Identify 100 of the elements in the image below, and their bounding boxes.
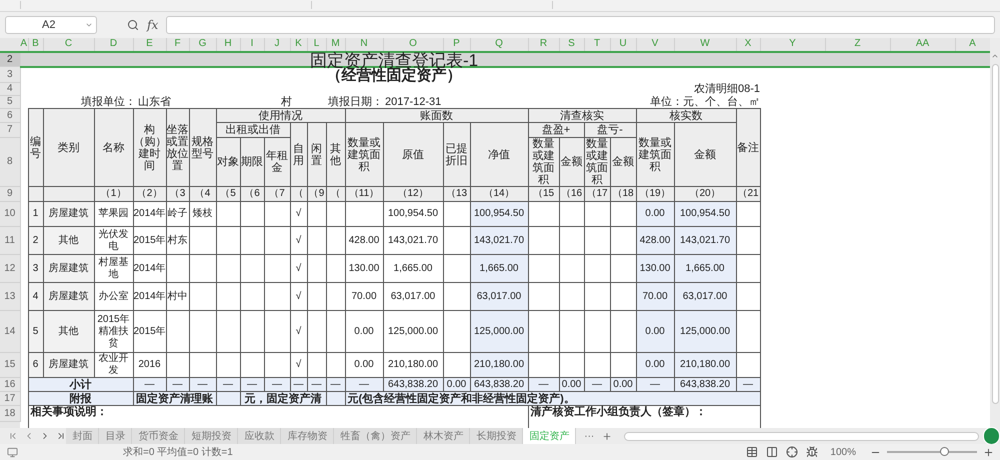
normal-view-icon[interactable] <box>746 446 758 458</box>
row-number[interactable]: 18 <box>0 406 20 422</box>
table-cell: 5 <box>28 310 43 353</box>
appendix-text: 固定资产清理账 <box>136 392 213 405</box>
table-cell: 130.00 <box>636 254 674 283</box>
column-header: 核实数 <box>636 108 736 123</box>
signature-label: 清产核资工作小组负责人（签章）： <box>530 406 706 418</box>
column-header: 名称 <box>94 108 133 187</box>
table-cell: √ <box>290 254 307 283</box>
sheet-tab[interactable]: 封面 <box>66 428 100 444</box>
sheet-tab[interactable]: 牲畜（禽）资产 <box>334 428 418 444</box>
table-cell: 房屋建筑 <box>43 282 94 311</box>
row-number[interactable]: 17 <box>0 392 20 406</box>
subtotal-cell: 643,838.20 <box>674 378 736 392</box>
row-number[interactable]: 13 <box>0 282 20 311</box>
column-index: （14） <box>470 186 528 202</box>
column-header: 数量或建筑面积 <box>528 138 559 187</box>
subtotal-cell: — <box>345 378 383 392</box>
column-header: 对象 <box>216 138 240 187</box>
fill-date-label: 填报日期： <box>328 96 383 108</box>
column-index: （7 <box>264 186 290 202</box>
zoom-slider-thumb[interactable] <box>940 447 949 456</box>
column-header: 使用情况 <box>216 108 345 123</box>
table-cell: 村屋基地 <box>94 254 133 283</box>
column-header: 金额 <box>559 138 584 187</box>
table-cell: 矮枝 <box>189 202 216 227</box>
last-sheet-icon[interactable] <box>56 431 66 442</box>
zoom-icon[interactable] <box>127 18 139 31</box>
add-sheet-icon[interactable] <box>602 430 612 442</box>
column-index: （1） <box>94 186 133 202</box>
sheet-tab[interactable]: 长期投资 <box>470 428 524 444</box>
row-number[interactable]: 12 <box>0 254 20 283</box>
table-cell: 125,000.00 <box>383 310 443 353</box>
zoom-level[interactable]: 100% <box>830 444 856 460</box>
table-cell: 村中 <box>166 282 189 311</box>
column-index: （4 <box>189 186 216 202</box>
column-header: 构（购）建时间 <box>133 108 166 187</box>
row-number[interactable]: 14 <box>0 310 20 353</box>
row-number[interactable]: 8 <box>0 138 20 187</box>
eye-care-icon[interactable] <box>806 446 818 458</box>
row-number[interactable]: 5 <box>0 96 20 109</box>
appendix-text: 元，固定资产清 <box>244 392 322 405</box>
form-code: 农清明细08-1 <box>694 83 760 96</box>
row-number[interactable]: 4 <box>0 82 20 96</box>
column-index: （19） <box>636 186 674 202</box>
sheet-tab[interactable]: 短期投资 <box>185 428 238 444</box>
column-index: （17 <box>584 186 610 202</box>
column-header: 数量或建筑面积 <box>345 122 383 187</box>
sheet-tab[interactable]: 目录 <box>99 428 132 444</box>
sheet-tab[interactable]: 固定资产 <box>523 428 576 444</box>
sheet-tab[interactable]: 库存物资 <box>281 428 334 444</box>
subtotal-cell: 643,838.20 <box>383 378 443 392</box>
column-header: 闲置 <box>307 122 326 187</box>
table-cell: 岭子 <box>166 202 189 227</box>
subtotal-cell: 643,838.20 <box>470 378 528 392</box>
reading-mode-icon[interactable] <box>786 446 798 458</box>
name-box[interactable]: A2 <box>5 16 97 34</box>
column-header: 账面数 <box>345 108 528 123</box>
row-number[interactable]: 10 <box>0 202 20 227</box>
table-cell: 125,000.00 <box>470 310 528 353</box>
row-number[interactable]: 16 <box>0 378 20 392</box>
form-title: 固定资产清查登记表-1 <box>310 52 478 66</box>
table-cell: √ <box>290 226 307 255</box>
table-cell: 3 <box>28 254 43 283</box>
column-header: 盘盈+ <box>528 122 584 138</box>
fx-label[interactable]: fx <box>147 16 158 34</box>
status-icon[interactable] <box>7 446 18 458</box>
more-sheets-button[interactable]: ··· <box>584 428 594 444</box>
row-number[interactable]: 9 <box>0 186 20 202</box>
table-cell: 63,017.00 <box>674 282 736 311</box>
table-cell: 143,021.70 <box>383 226 443 255</box>
table-cell: 房屋建筑 <box>43 254 94 283</box>
first-sheet-icon[interactable] <box>8 431 18 442</box>
table-cell: 100,954.50 <box>383 202 443 227</box>
table-cell: 0.00 <box>345 310 383 353</box>
table-cell: 1,665.00 <box>383 254 443 283</box>
table-cell: 1,665.00 <box>674 254 736 283</box>
vertical-scrollbar[interactable] <box>990 38 1000 428</box>
column-header: 编号 <box>28 108 43 187</box>
horizontal-scrollbar[interactable] <box>624 432 980 441</box>
sheet-tab[interactable]: 应收款 <box>238 428 282 444</box>
sheet-tab[interactable]: 货币资金 <box>132 428 186 444</box>
column-index: （18 <box>610 186 636 202</box>
sheet-tab[interactable]: 林木资产 <box>417 428 470 444</box>
column-index: （20） <box>674 186 736 202</box>
page-break-view-icon[interactable] <box>766 446 778 458</box>
table-cell: 2014年 <box>133 282 166 311</box>
row-number[interactable]: 3 <box>0 66 20 83</box>
row-number[interactable]: 11 <box>0 226 20 255</box>
row-number[interactable]: 7 <box>0 122 20 138</box>
formula-input[interactable] <box>166 16 995 34</box>
column-letter[interactable]: L <box>307 38 326 52</box>
table-cell: 143,021.70 <box>674 226 736 255</box>
zoom-in-icon[interactable] <box>983 446 994 458</box>
fill-date-value: 2017-12-31 <box>385 96 442 108</box>
column-header: 数量或建筑面积 <box>636 122 674 187</box>
row-number[interactable]: 6 <box>0 108 20 123</box>
subtotal-cell: — <box>636 378 674 392</box>
table-cell: 2014年 <box>133 202 166 227</box>
row-number[interactable]: 15 <box>0 352 20 378</box>
